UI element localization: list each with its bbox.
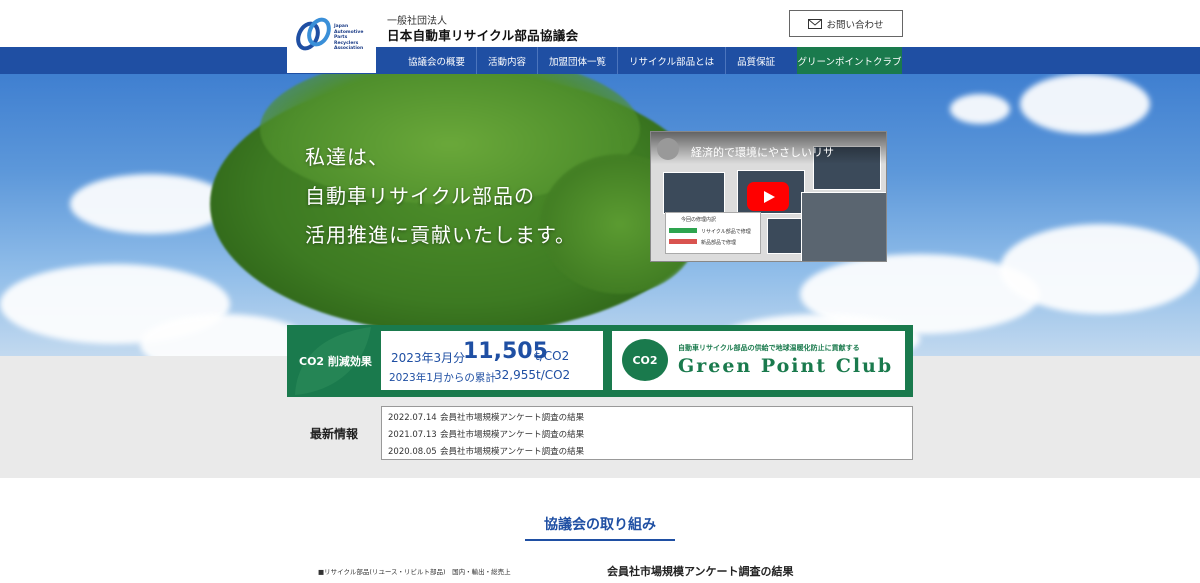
org-name[interactable]: 日本自動車リサイクル部品協議会 [387,25,578,44]
channel-avatar-icon[interactable] [657,138,679,160]
nav-item-activities[interactable]: 活動内容 [476,47,537,74]
news-date: 2020.08.05 [388,447,437,457]
cloud-decor [70,174,230,234]
co2-month: 2023年3月分 [391,351,466,365]
new-bar [669,239,697,244]
co2-label: CO2 削減効果 [299,355,372,368]
video-label-new: 新品部品で修理 [701,240,737,246]
news-item[interactable]: 2021.07.13 会員社市場規模アンケート調査の結果 [388,428,584,440]
section-underline [525,539,675,541]
gpc-tagline: 自動車リサイクル部品の供給で地球温暖化防止に貢献する [678,344,860,352]
nav-item-quality[interactable]: 品質保証 [725,47,786,74]
co2-cumulative-label: 2023年1月からの累計 [389,372,496,384]
recycle-bar [669,228,697,233]
contact-label: お問い合わせ [826,19,884,31]
co2-cumulative-value: 32,955t/CO2 [494,368,571,382]
main-nav: 協議会の概要 活動内容 加盟団体一覧 リサイクル部品とは 品質保証 グリーンポイ… [0,47,1200,74]
co2-unit: t/CO2 [535,349,570,363]
nav-item-members[interactable]: 加盟団体一覧 [537,47,617,74]
gpc-name: Green Point Club [678,355,894,377]
news-date: 2022.07.14 [388,413,437,423]
video-title[interactable]: 経済的で環境にやさしいリサ [691,144,841,160]
contact-button[interactable]: お問い合わせ [789,10,903,37]
news-text[interactable]: 会員社市場規模アンケート調査の結果 [440,413,584,423]
cloud-decor [1020,74,1150,134]
survey-heading: 会員社市場規模アンケート調査の結果 [607,565,794,578]
site-logo[interactable]: Japan Automotive Parts Recyclers Associa… [287,0,376,73]
news-heading: 最新情報 [310,427,359,441]
hero-message: 私達は、 自動車リサイクル部品の 活用推進に貢献いたします。 [305,145,576,247]
hero-banner: 私達は、 自動車リサイクル部品の 活用推進に貢献いたします。 今回の修理内訳 リ… [0,74,1200,356]
news-list: 2022.07.14 会員社市場規模アンケート調査の結果 2021.07.13 会員… [381,406,913,460]
logo-wordmark: Japan Automotive Parts Recyclers Associa… [334,24,364,51]
association-logo-icon [296,17,331,51]
video-label-repair: 今回の修理内訳 [681,217,717,223]
video-thumbnail [663,172,725,214]
green-point-club-banner[interactable]: CO2 自動車リサイクル部品の供給で地球温暖化防止に貢献する Green Poi… [612,331,905,390]
youtube-play-icon[interactable] [747,182,789,211]
nav-item-green-point-club[interactable]: グリーンポイントクラブ [797,47,902,74]
chart-caption: ■リサイクル部品(リユース・リビルト部品) 国内・輸出・総売上 [318,568,511,576]
youtube-video-embed[interactable]: 今回の修理内訳 リサイクル部品で修理 新品部品で修理 経済的で環境にやさしいリサ [650,131,887,262]
co2-badge-icon: CO2 [622,339,668,381]
cloud-decor [950,94,1010,124]
news-item[interactable]: 2022.07.14 会員社市場規模アンケート調査の結果 [388,411,584,423]
news-text[interactable]: 会員社市場規模アンケート調査の結果 [440,430,584,440]
news-text[interactable]: 会員社市場規模アンケート調査の結果 [440,447,584,457]
nav-item-about[interactable]: 協議会の概要 [397,47,476,74]
video-label-recycle: リサイクル部品で修理 [701,229,751,235]
co2-reduction-panel: CO2 削減効果 2023年3月分 11,505 t/CO2 2023年1月から… [287,325,913,397]
site-header: 一般社団法人 日本自動車リサイクル部品協議会 お問い合わせ [0,0,1200,47]
news-item[interactable]: 2020.08.05 会員社市場規模アンケート調査の結果 [388,445,584,457]
mail-icon [808,18,823,29]
nav-item-recycle-parts[interactable]: リサイクル部品とは [617,47,725,74]
section-title: 協議会の取り組み [544,517,656,533]
co2-stats-box: 2023年3月分 11,505 t/CO2 2023年1月からの累計 32,95… [381,331,603,390]
news-date: 2021.07.13 [388,430,437,440]
cloud-decor [1000,224,1200,314]
video-thumbnail [801,192,886,261]
